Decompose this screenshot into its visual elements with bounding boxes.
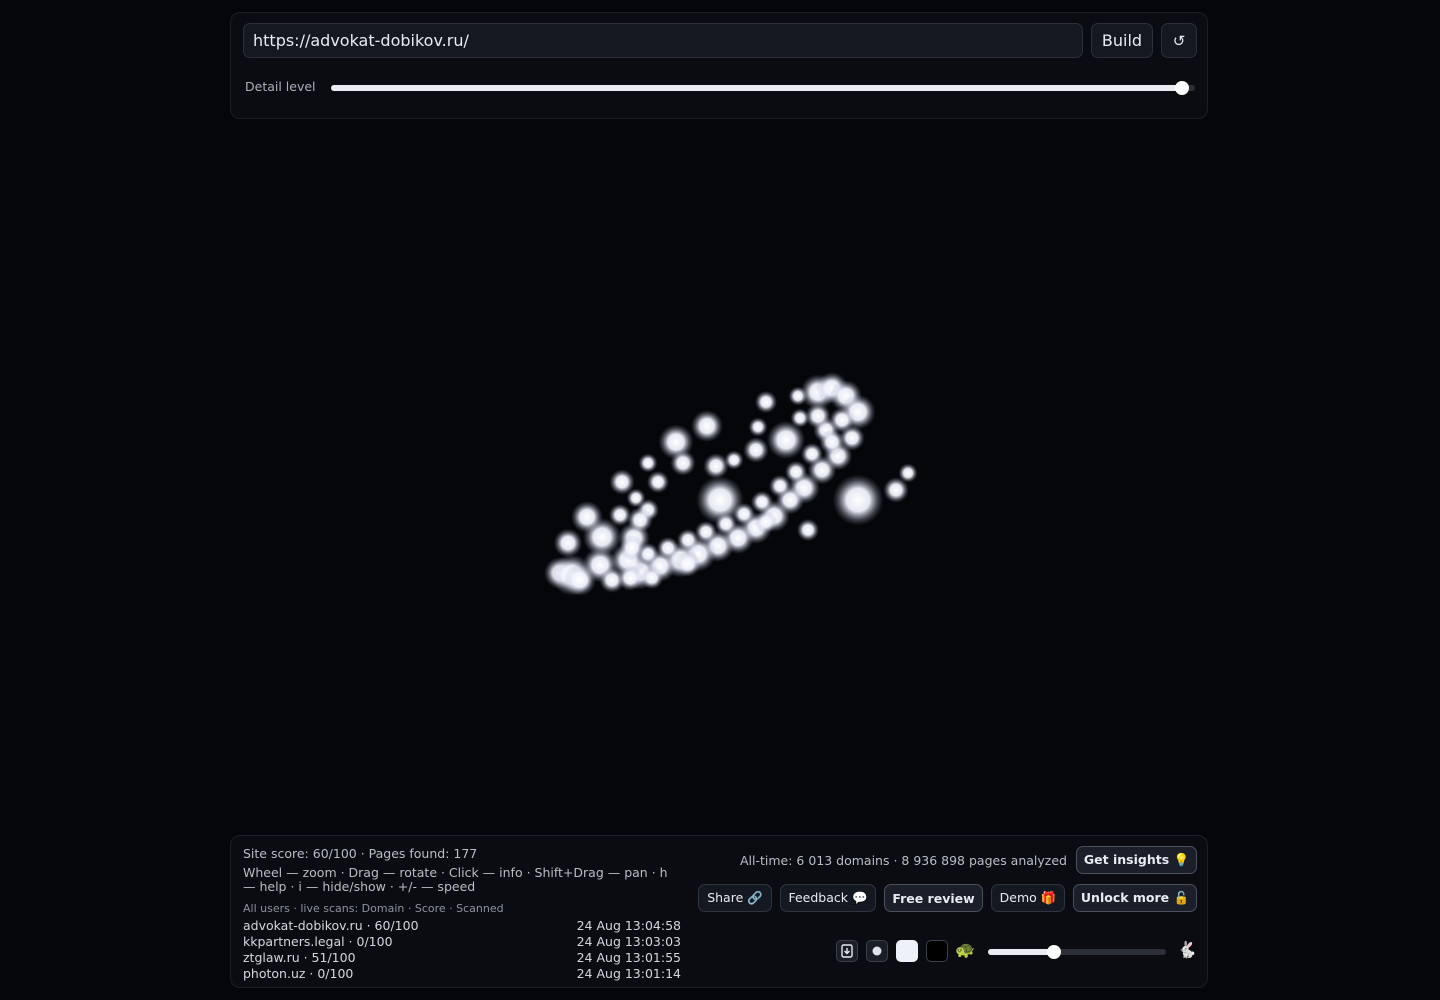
graph-node[interactable]: [638, 453, 658, 473]
unlock-more-button[interactable]: Unlock more 🔓: [1073, 884, 1197, 912]
live-scans-list: advokat-dobikov.ru · 60/100 24 Aug 13:04…: [243, 918, 681, 982]
graph-node[interactable]: [898, 463, 918, 483]
list-item[interactable]: photon.uz · 0/100 24 Aug 13:01:14: [243, 966, 681, 982]
list-item[interactable]: kkpartners.legal · 0/100 24 Aug 13:03:03: [243, 934, 681, 950]
scan-time: 24 Aug 13:01:14: [576, 966, 681, 981]
graph-node[interactable]: [832, 474, 884, 526]
detail-level-thumb[interactable]: [1175, 81, 1190, 95]
dot-icon: [872, 946, 882, 956]
graph-nodes: [544, 372, 918, 596]
detail-level-slider[interactable]: [331, 81, 1195, 95]
scan-domain: advokat-dobikov.ru · 60/100: [243, 918, 419, 933]
url-input[interactable]: [243, 23, 1083, 58]
speed-thumb[interactable]: [1046, 945, 1061, 959]
scan-time: 24 Aug 13:03:03: [576, 934, 681, 949]
graph-node[interactable]: [627, 507, 653, 533]
light-theme-button[interactable]: [896, 940, 918, 962]
graph-node[interactable]: [829, 407, 855, 433]
graph-node[interactable]: [553, 528, 583, 558]
live-scans-title: All users · live scans: Domain · Score ·…: [243, 902, 504, 915]
download-button[interactable]: [836, 940, 858, 962]
site-graph-canvas[interactable]: [0, 120, 1440, 832]
graph-node[interactable]: [646, 470, 670, 494]
scan-time: 24 Aug 13:01:55: [576, 950, 681, 965]
share-button[interactable]: Share 🔗: [698, 884, 772, 912]
graph-node[interactable]: [805, 403, 831, 429]
graph-node[interactable]: [768, 474, 792, 498]
get-insights-button[interactable]: Get insights 💡: [1076, 846, 1197, 874]
list-item[interactable]: advokat-dobikov.ru · 60/100 24 Aug 13:04…: [243, 918, 681, 934]
site-stats: Site score: 60/100 · Pages found: 177: [243, 846, 478, 861]
graph-node[interactable]: [796, 518, 820, 542]
top-panel: Build ↺ Detail level: [230, 12, 1208, 119]
turtle-icon: 🐢: [955, 940, 975, 959]
scan-domain: kkpartners.legal · 0/100: [243, 934, 393, 949]
graph-node[interactable]: [800, 442, 824, 466]
graph-node[interactable]: [675, 551, 701, 577]
list-item[interactable]: ztglaw.ru · 51/100 24 Aug 13:01:55: [243, 950, 681, 966]
graph-node[interactable]: [571, 501, 603, 533]
free-review-button[interactable]: Free review: [884, 884, 983, 912]
reload-button[interactable]: ↺: [1161, 23, 1197, 58]
download-icon: [841, 944, 853, 958]
alltime-stats: All-time: 6 013 domains · 8 936 898 page…: [739, 853, 1067, 868]
graph-node[interactable]: [754, 510, 778, 534]
reload-icon: ↺: [1172, 31, 1186, 50]
bottom-panel: Site score: 60/100 · Pages found: 177 Wh…: [230, 835, 1208, 988]
help-text: Wheel — zoom · Drag — rotate · Click — i…: [243, 865, 668, 894]
detail-level-fill: [331, 85, 1183, 91]
scan-domain: photon.uz · 0/100: [243, 966, 354, 981]
node-size-button[interactable]: [866, 940, 888, 962]
scan-domain: ztglaw.ru · 51/100: [243, 950, 356, 965]
graph-node[interactable]: [656, 536, 680, 560]
graph-node[interactable]: [640, 566, 664, 590]
graph-node[interactable]: [819, 429, 845, 455]
graph-node[interactable]: [676, 528, 700, 552]
detail-level-label: Detail level: [245, 79, 316, 94]
graph-node[interactable]: [670, 450, 696, 476]
speed-fill: [988, 949, 1054, 955]
graph-node[interactable]: [743, 437, 769, 463]
graph-node[interactable]: [754, 390, 778, 414]
rabbit-icon: 🐇: [1177, 940, 1197, 959]
graph-node[interactable]: [691, 410, 723, 442]
graph-node[interactable]: [617, 565, 643, 591]
demo-button[interactable]: Demo 🎁: [991, 884, 1065, 912]
graph-node[interactable]: [714, 512, 738, 536]
scan-time: 24 Aug 13:04:58: [576, 918, 681, 933]
dark-theme-button[interactable]: [926, 940, 948, 962]
speed-slider[interactable]: [988, 945, 1166, 959]
build-button[interactable]: Build: [1091, 23, 1153, 58]
graph-node[interactable]: [724, 450, 744, 470]
feedback-button[interactable]: Feedback 💬: [780, 884, 876, 912]
graph-node[interactable]: [619, 535, 645, 561]
graph-node[interactable]: [748, 417, 768, 437]
